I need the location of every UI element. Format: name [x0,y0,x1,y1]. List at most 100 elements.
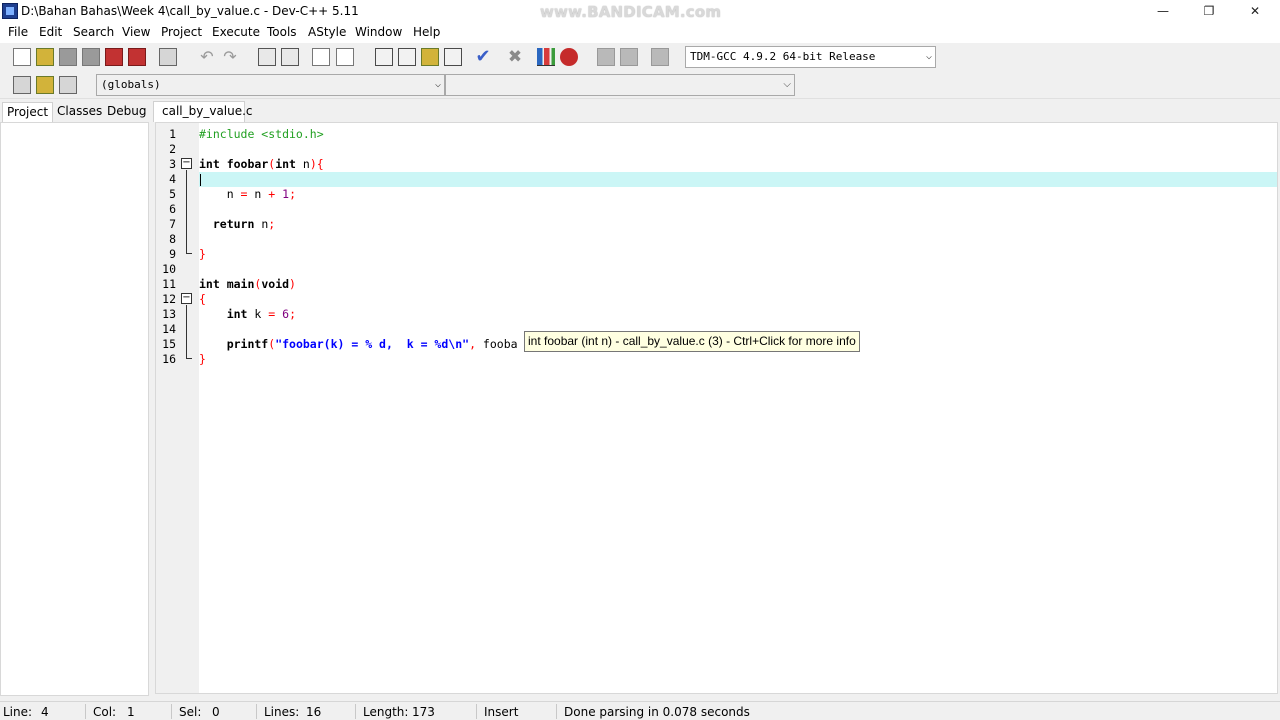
tab-project[interactable]: Project [2,102,54,122]
stop-execution-icon[interactable]: ✖ [506,48,524,66]
code-line[interactable]: n = n + 1; [199,187,1277,202]
code-line[interactable]: #include <stdio.h> [199,127,1277,142]
menu-window[interactable]: Window [355,25,402,39]
save-all-icon[interactable] [82,48,100,66]
menu-execute[interactable]: Execute [212,25,260,39]
code-line[interactable] [199,142,1277,157]
code-line[interactable] [199,232,1277,247]
menu-file[interactable]: File [8,25,28,39]
status-col-label: Col: [93,705,117,719]
insert-icon[interactable] [13,76,31,94]
code-token: return [199,217,255,231]
code-token: , [469,337,483,351]
close-file-icon[interactable] [105,48,123,66]
toggle-bookmark-icon[interactable] [336,48,354,66]
menu-tools[interactable]: Tools [267,25,297,39]
code-token: ) [289,277,296,291]
status-length-label: Length: [363,705,409,719]
code-line[interactable]: int foobar(int n){ [199,157,1277,172]
replace-icon[interactable] [281,48,299,66]
run-icon[interactable] [398,48,416,66]
syntax-check-icon[interactable]: ✔ [474,48,492,66]
menu-view[interactable]: View [122,25,150,39]
code-line[interactable]: } [199,352,1277,367]
status-divider [476,704,477,719]
new-file-icon[interactable] [13,48,31,66]
compile-icon[interactable] [375,48,393,66]
rebuild-all-icon[interactable] [444,48,462,66]
code-token: int [199,307,248,321]
code-token: ; [268,217,276,231]
line-number: 3 [169,157,176,171]
restore-button[interactable]: ❐ [1186,0,1232,22]
redo-icon[interactable]: ↷ [221,48,239,66]
code-line[interactable]: } [199,247,1277,262]
code-token: n [295,157,310,171]
tab-classes[interactable]: Classes [53,102,106,122]
close-all-icon[interactable] [128,48,146,66]
current-code-line[interactable] [199,172,1277,187]
minimize-button[interactable]: — [1140,0,1186,22]
fold-toggle-icon[interactable]: − [181,293,192,304]
code-token: foobar [219,157,269,171]
code-token: main [219,277,255,291]
print-icon[interactable] [159,48,177,66]
code-area[interactable]: #include <stdio.h> int foobar(int n){ n =… [199,123,1277,693]
code-token: n [254,217,269,231]
goto-line-icon[interactable] [312,48,330,66]
code-editor[interactable]: − − 1 2 3 4 5 6 7 8 9 10 11 12 13 14 15 16 #include <st… [155,122,1278,694]
left-panel-tabs: Project Classes Debug [0,100,150,122]
find-icon[interactable] [258,48,276,66]
chevron-down-icon: ⌵ [783,79,791,90]
menu-edit[interactable]: Edit [39,25,62,39]
line-number: 5 [169,187,176,201]
close-button[interactable]: ✕ [1232,0,1278,22]
menu-search[interactable]: Search [73,25,114,39]
code-token: k [247,307,269,321]
compile-run-icon[interactable] [421,48,439,66]
code-token: } [199,247,206,261]
code-line[interactable]: return n; [199,217,1277,232]
tab-debug[interactable]: Debug [103,102,150,122]
code-line[interactable]: { [199,292,1277,307]
toggle-comment-icon[interactable] [36,76,54,94]
app-icon [2,3,18,19]
code-token: int [199,157,220,171]
menu-help[interactable]: Help [413,25,440,39]
debug-icon[interactable] [560,48,578,66]
line-number: 4 [169,172,176,186]
line-number: 10 [162,262,176,276]
chevron-down-icon: ⌵ [434,79,441,90]
editor-tab-call-by-value[interactable]: call_by_value.c [153,101,253,122]
compiler-select[interactable]: TDM-GCC 4.9.2 64-bit Release ⌵ [685,46,936,68]
profile-chart-icon[interactable] [537,48,555,66]
globals-select[interactable]: (globals) ⌵ [96,74,445,96]
undo-icon[interactable]: ↶ [198,48,216,66]
open-file-icon[interactable] [36,48,54,66]
line-number: 16 [162,352,176,366]
line-number: 9 [169,247,176,261]
editor-gutter: − − 1 2 3 4 5 6 7 8 9 10 11 12 13 14 15 16 [156,123,199,693]
line-number: 11 [162,277,176,291]
project-browser[interactable] [0,122,149,696]
menu-bar: File Edit Search View Project Execute To… [0,22,1280,43]
menu-astyle[interactable]: AStyle [308,25,346,39]
code-line[interactable] [199,202,1277,217]
fold-end [186,358,192,359]
code-line[interactable] [199,262,1277,277]
member-select[interactable]: ⌵ [445,74,795,96]
code-token: fooba [482,337,518,351]
status-sel-value: 0 [212,705,220,719]
code-line[interactable]: int main(void) [199,277,1277,292]
line-number: 7 [169,217,176,231]
code-token: printf [199,337,269,351]
menu-project[interactable]: Project [161,25,202,39]
code-token: ; [289,187,297,201]
text-caret [200,174,201,186]
fold-toggle-icon[interactable]: − [181,158,192,169]
code-line[interactable]: int k = 6; [199,307,1277,322]
chevron-down-icon: ⌵ [925,51,932,62]
unindent-icon[interactable] [59,76,77,94]
save-icon[interactable] [59,48,77,66]
globals-select-value: (globals) [101,78,161,91]
